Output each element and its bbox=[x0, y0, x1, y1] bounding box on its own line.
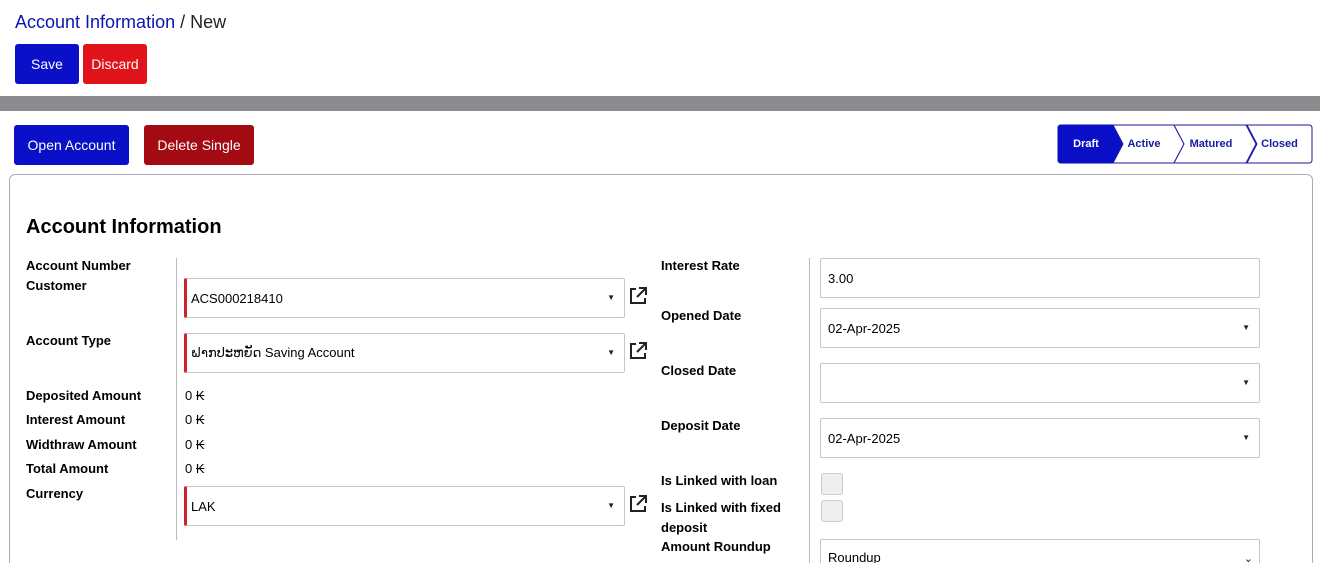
form-title: Account Information bbox=[26, 216, 222, 238]
currency-select[interactable]: LAK ▼ bbox=[184, 486, 625, 526]
linked-fixed-deposit-label: Is Linked with fixed deposit bbox=[661, 500, 781, 535]
caret-down-icon: ▼ bbox=[1242, 378, 1250, 387]
amount-roundup-value: Roundup bbox=[828, 550, 881, 563]
account-type-value: ຝາກປະຫຍັດ Saving Account bbox=[191, 345, 355, 360]
control-panel: Account Information / New Save Discard bbox=[0, 0, 1320, 96]
breadcrumb-current: New bbox=[190, 12, 227, 32]
status-step-matured[interactable]: Matured bbox=[1173, 124, 1257, 164]
caret-down-icon: ▼ bbox=[1242, 323, 1250, 332]
status-step-active[interactable]: Active bbox=[1112, 124, 1185, 164]
status-step-label: Draft bbox=[1073, 138, 1099, 150]
deposit-date-picker[interactable]: 02-Apr-2025 ▼ bbox=[820, 418, 1260, 458]
save-button[interactable]: Save bbox=[15, 44, 79, 84]
linked-loan-checkbox[interactable] bbox=[821, 473, 843, 495]
breadcrumb-separator: / bbox=[180, 12, 186, 32]
closed-date-label: Closed Date bbox=[661, 363, 737, 378]
external-link-icon[interactable] bbox=[628, 494, 648, 514]
account-type-label: Account Type bbox=[26, 333, 111, 348]
deposited-amount-value: 0 ₭ bbox=[185, 388, 205, 403]
right-column-divider bbox=[809, 258, 810, 563]
deposited-amount-label: Deposited Amount bbox=[26, 388, 142, 403]
external-link-icon[interactable] bbox=[628, 286, 648, 306]
status-step-label: Active bbox=[1127, 138, 1161, 150]
interest-rate-input[interactable]: 3.00 bbox=[820, 258, 1260, 298]
interest-rate-value: 3.00 bbox=[828, 270, 854, 286]
total-amount-value: 0 ₭ bbox=[185, 461, 205, 476]
opened-date-picker[interactable]: 02-Apr-2025 ▼ bbox=[820, 308, 1260, 348]
withdraw-amount-label: Widthraw Amount bbox=[26, 437, 137, 452]
chevron-down-icon: ⌄ bbox=[1243, 553, 1253, 563]
breadcrumb-link-account-information[interactable]: Account Information bbox=[15, 12, 175, 32]
deposit-date-label: Deposit Date bbox=[661, 418, 741, 433]
withdraw-amount-value: 0 ₭ bbox=[185, 437, 205, 452]
currency-label: Currency bbox=[26, 486, 84, 501]
closed-date-picker[interactable]: ▼ bbox=[820, 363, 1260, 403]
interest-amount-label: Interest Amount bbox=[26, 412, 126, 427]
linked-loan-label: Is Linked with loan bbox=[661, 473, 778, 488]
customer-value: ACS000218410 bbox=[191, 290, 283, 306]
amount-roundup-select[interactable]: Roundup ⌄ bbox=[820, 539, 1260, 563]
account-type-select[interactable]: ຝາກປະຫຍັດ Saving Account ▼ bbox=[184, 333, 625, 373]
interest-amount-value: 0 ₭ bbox=[185, 412, 205, 427]
customer-label: Customer bbox=[26, 278, 87, 293]
account-number-label: Account Number bbox=[26, 258, 131, 273]
caret-down-icon: ▼ bbox=[607, 293, 615, 302]
caret-down-icon: ▼ bbox=[607, 348, 615, 357]
status-step-label: Closed bbox=[1261, 138, 1298, 150]
status-step-label: Matured bbox=[1189, 138, 1233, 150]
linked-fixed-deposit-checkbox[interactable] bbox=[821, 500, 843, 522]
currency-value: LAK bbox=[191, 498, 216, 514]
amount-roundup-label: Amount Roundup bbox=[661, 539, 771, 554]
external-link-icon[interactable] bbox=[628, 341, 648, 361]
status-step-closed[interactable]: Closed bbox=[1246, 124, 1313, 164]
customer-select[interactable]: ACS000218410 ▼ bbox=[184, 278, 625, 318]
interest-rate-label: Interest Rate bbox=[661, 258, 740, 273]
left-column-divider bbox=[176, 258, 177, 540]
header-divider bbox=[0, 96, 1320, 111]
delete-single-button[interactable]: Delete Single bbox=[144, 125, 254, 165]
deposit-date-value: 02-Apr-2025 bbox=[828, 430, 901, 446]
breadcrumb: Account Information / New bbox=[15, 11, 226, 33]
caret-down-icon: ▼ bbox=[1242, 433, 1250, 442]
caret-down-icon: ▼ bbox=[607, 501, 615, 510]
status-step-draft[interactable]: Draft bbox=[1057, 124, 1124, 164]
discard-button[interactable]: Discard bbox=[83, 44, 147, 84]
total-amount-label: Total Amount bbox=[26, 461, 109, 476]
opened-date-label: Opened Date bbox=[661, 308, 742, 323]
open-account-button[interactable]: Open Account bbox=[14, 125, 129, 165]
opened-date-value: 02-Apr-2025 bbox=[828, 320, 901, 336]
